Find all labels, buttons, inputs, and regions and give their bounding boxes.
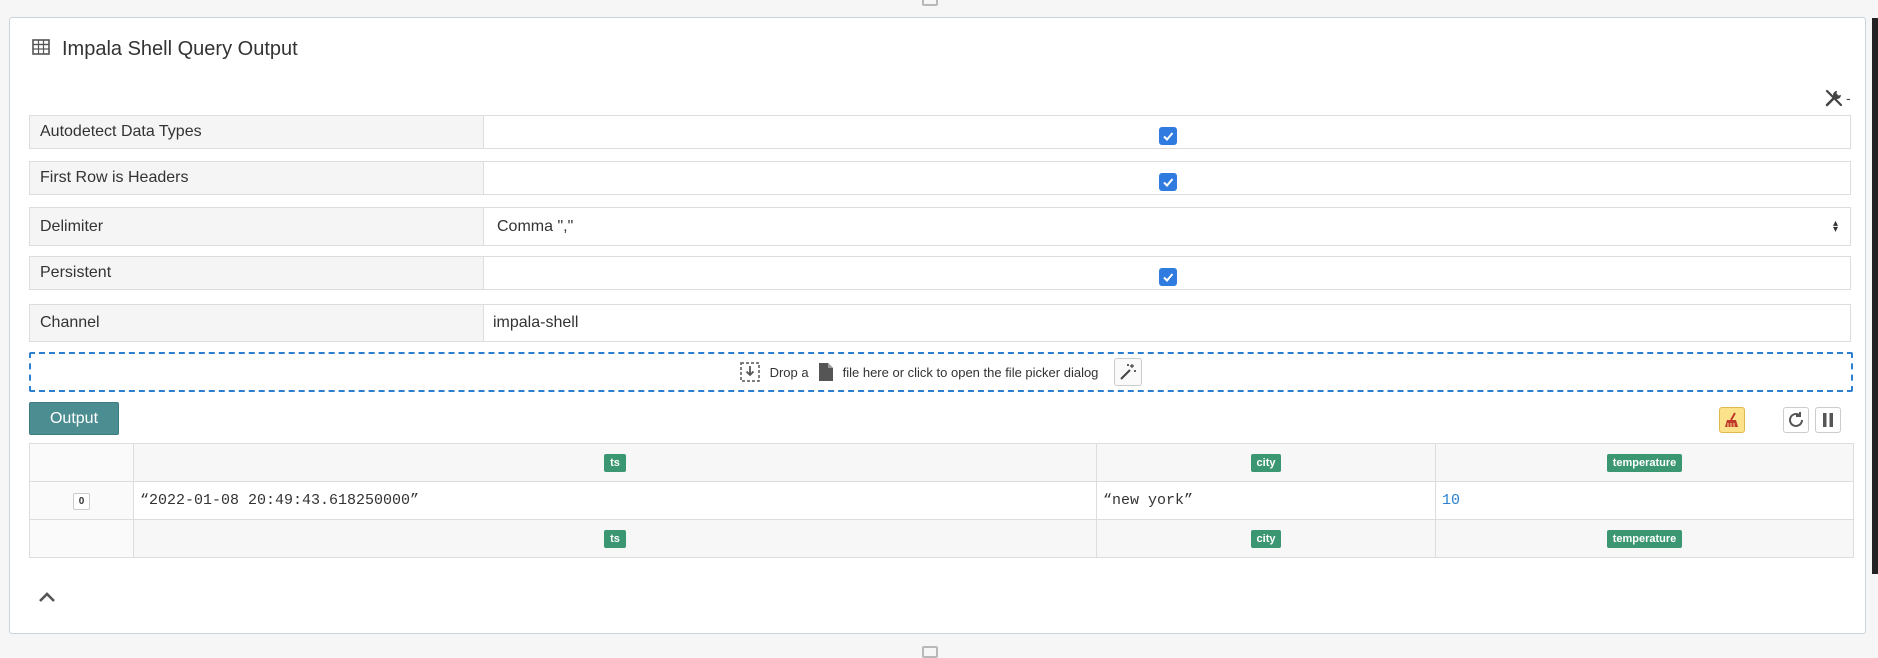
node-connector-top (922, 0, 938, 6)
footer-ts: ts (133, 519, 1097, 558)
channel-input[interactable]: impala-shell (484, 305, 1850, 341)
first-row-headers-label: First Row is Headers (30, 162, 484, 194)
table-header-row: ts city temperature (29, 443, 1854, 482)
header-ts: ts (133, 443, 1097, 482)
dropzone-text-before: Drop a (769, 364, 809, 380)
column-badge-city: city (1250, 530, 1282, 548)
index-header-cell (29, 443, 134, 482)
query-output-panel: Impala Shell Query Output - Autodetect D… (9, 17, 1866, 634)
column-badge-ts: ts (604, 530, 626, 548)
footer-city: city (1096, 519, 1436, 558)
first-row-headers-checkbox[interactable] (1159, 173, 1177, 191)
channel-value: impala-shell (493, 314, 579, 331)
persistent-row: Persistent (29, 256, 1851, 290)
column-badge-ts: ts (604, 454, 626, 472)
autodetect-checkbox[interactable] (1159, 127, 1177, 145)
table-footer-row: ts city temperature (29, 519, 1854, 558)
panel-title: Impala Shell Query Output (62, 38, 298, 60)
node-connector-bottom (922, 646, 938, 658)
file-icon (818, 363, 833, 381)
table-icon (32, 38, 50, 61)
delimiter-value: Comma "," (497, 217, 574, 235)
refresh-icon[interactable] (1783, 407, 1809, 433)
autodetect-label: Autodetect Data Types (30, 116, 484, 148)
cell-city: “new york” (1096, 481, 1436, 520)
cell-temperature: 10 (1435, 481, 1854, 520)
column-badge-city: city (1250, 454, 1282, 472)
output-table: ts city temperature 0 “2022-01-08 20:49:… (29, 443, 1854, 558)
row-index: 0 (72, 493, 91, 510)
channel-label: Channel (30, 305, 484, 341)
persistent-checkbox[interactable] (1159, 268, 1177, 286)
panel-header: Impala Shell Query Output (32, 38, 298, 61)
chevron-up-icon[interactable] (38, 590, 56, 609)
tools-icon[interactable]: - (1824, 88, 1851, 108)
column-badge-temperature: temperature (1606, 454, 1683, 472)
row-index-cell: 0 (29, 481, 134, 520)
table-row: 0 “2022-01-08 20:49:43.618250000” “new y… (29, 481, 1854, 520)
channel-row: Channel impala-shell (29, 304, 1851, 342)
dropzone-text-after: file here or click to open the file pick… (842, 364, 1099, 380)
column-badge-temperature: temperature (1606, 530, 1683, 548)
header-temperature: temperature (1435, 443, 1854, 482)
pause-icon[interactable] (1815, 407, 1841, 433)
file-dropzone[interactable]: Drop a file here or click to open the fi… (29, 352, 1853, 392)
file-drop-icon (739, 362, 760, 382)
output-button[interactable]: Output (29, 402, 119, 435)
footer-temperature: temperature (1435, 519, 1854, 558)
clear-output-icon[interactable] (1719, 407, 1745, 433)
persistent-label: Persistent (30, 257, 484, 289)
delimiter-row: Delimiter Comma "," ▴ ▾ (29, 207, 1851, 246)
index-footer-cell (29, 519, 134, 558)
header-city: city (1096, 443, 1436, 482)
autodetect-row: Autodetect Data Types (29, 115, 1851, 149)
select-caret-icon: ▴ ▾ (1832, 217, 1838, 235)
cell-ts: “2022-01-08 20:49:43.618250000” (133, 481, 1097, 520)
magic-wand-icon[interactable] (1114, 358, 1143, 386)
first-row-headers-row: First Row is Headers (29, 161, 1851, 195)
delimiter-label: Delimiter (30, 208, 484, 245)
window-edge (1872, 18, 1878, 574)
delimiter-select[interactable]: Comma "," ▴ ▾ (484, 208, 1850, 245)
